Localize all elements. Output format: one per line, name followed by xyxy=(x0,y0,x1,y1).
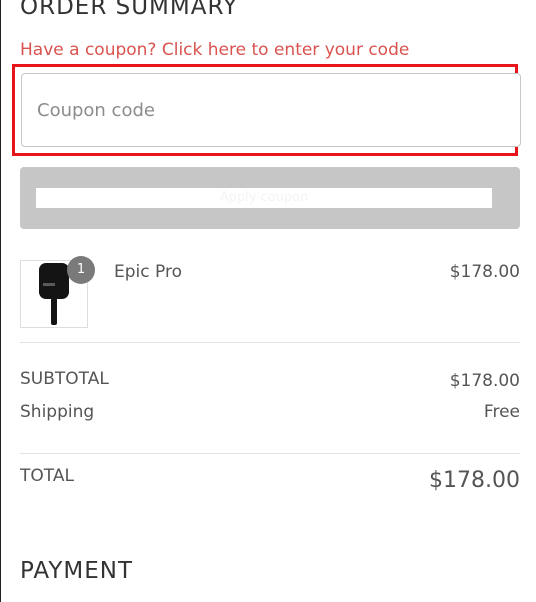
apply-coupon-label: Apply coupon xyxy=(36,188,492,208)
order-summary-title: ORDER SUMMARY xyxy=(20,0,239,20)
left-border xyxy=(0,0,1,602)
subtotal-value: $178.00 xyxy=(449,371,520,391)
subtotal-label: SUBTOTAL xyxy=(20,369,109,389)
total-label: TOTAL xyxy=(20,466,74,486)
coupon-highlight-box xyxy=(12,64,521,156)
product-price: $178.00 xyxy=(449,262,520,282)
total-value: $178.00 xyxy=(429,468,520,493)
product-name: Epic Pro xyxy=(114,262,182,282)
shipping-value: Free xyxy=(483,402,520,422)
quantity-badge: 1 xyxy=(67,256,95,284)
divider xyxy=(20,453,520,454)
payment-title: PAYMENT xyxy=(20,558,134,584)
coupon-code-input[interactable] xyxy=(21,73,521,147)
divider xyxy=(20,342,520,343)
shipping-label: Shipping xyxy=(20,402,95,422)
coupon-toggle-link[interactable]: Have a coupon? Click here to enter your … xyxy=(20,40,409,60)
apply-coupon-button[interactable]: Apply coupon xyxy=(20,167,520,229)
